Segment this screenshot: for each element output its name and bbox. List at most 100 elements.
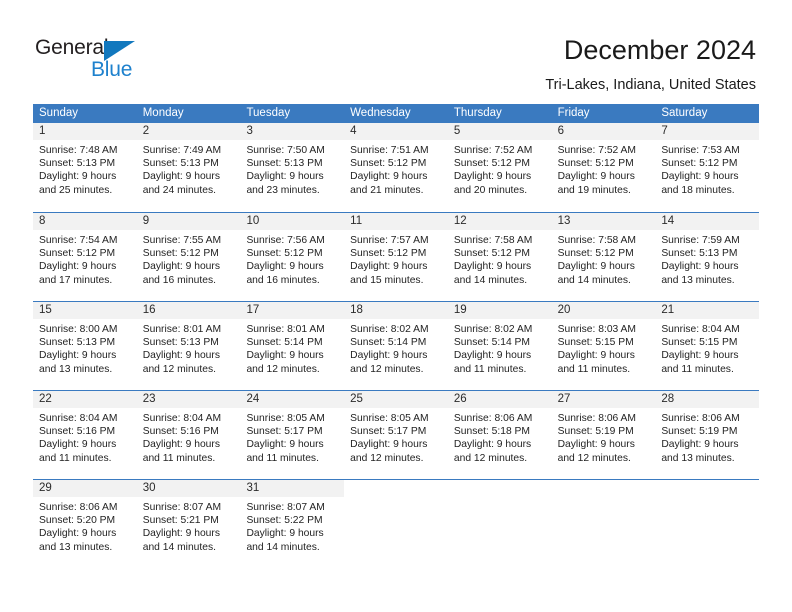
- day-number-band: 13: [551, 213, 656, 230]
- day-cell[interactable]: 27 Sunrise: 8:06 AM Sunset: 5:19 PM Dayl…: [551, 391, 656, 479]
- day-details: Sunrise: 8:03 AM Sunset: 5:15 PM Dayligh…: [552, 319, 656, 376]
- daylight-text-line1: Daylight: 9 hours: [453, 171, 532, 183]
- day-number: 26: [453, 393, 467, 405]
- day-details: Sunrise: 7:54 AM Sunset: 5:12 PM Dayligh…: [33, 230, 137, 287]
- day-number: 16: [142, 304, 156, 316]
- weekday-header-wednesday: Wednesday: [350, 107, 411, 119]
- day-cell[interactable]: 5 Sunrise: 7:52 AM Sunset: 5:12 PM Dayli…: [447, 123, 552, 212]
- calendar-grid: Sunday Monday Tuesday Wednesday Thursday…: [33, 104, 760, 568]
- day-cell[interactable]: 14 Sunrise: 7:59 AM Sunset: 5:13 PM Dayl…: [655, 213, 760, 301]
- day-number-band: 18: [344, 302, 448, 319]
- weekday-header-sunday: Sunday: [39, 107, 79, 119]
- day-cell[interactable]: 24 Sunrise: 8:05 AM Sunset: 5:17 PM Dayl…: [240, 391, 345, 479]
- day-number: 17: [246, 304, 260, 316]
- calendar-week-row: 29 Sunrise: 8:06 AM Sunset: 5:20 PM Dayl…: [33, 479, 759, 568]
- sunrise-text: Sunrise: 7:58 AM: [557, 235, 637, 246]
- day-cell[interactable]: 19 Sunrise: 8:02 AM Sunset: 5:14 PM Dayl…: [447, 302, 552, 390]
- day-number-band: 19: [447, 302, 552, 319]
- daylight-text-line2: and 12 minutes.: [350, 363, 424, 375]
- day-cell[interactable]: 30 Sunrise: 8:07 AM Sunset: 5:21 PM Dayl…: [136, 480, 241, 568]
- day-number: 24: [246, 393, 260, 405]
- day-cell[interactable]: 8 Sunrise: 7:54 AM Sunset: 5:12 PM Dayli…: [33, 213, 137, 301]
- daylight-text-line2: and 14 minutes.: [557, 274, 631, 286]
- day-cell[interactable]: 22 Sunrise: 8:04 AM Sunset: 5:16 PM Dayl…: [33, 391, 137, 479]
- sunset-text: Sunset: 5:20 PM: [39, 515, 116, 527]
- day-details: Sunrise: 8:04 AM Sunset: 5:16 PM Dayligh…: [33, 408, 137, 465]
- daylight-text-line1: Daylight: 9 hours: [661, 171, 739, 183]
- day-number-band: 30: [136, 480, 241, 497]
- day-number-band: [552, 480, 656, 497]
- sunset-text: Sunset: 5:17 PM: [246, 426, 323, 438]
- day-details: Sunrise: 8:07 AM Sunset: 5:22 PM Dayligh…: [240, 497, 344, 554]
- day-cell[interactable]: 3 Sunrise: 7:50 AM Sunset: 5:13 PM Dayli…: [240, 123, 345, 212]
- day-cell[interactable]: 31 Sunrise: 8:07 AM Sunset: 5:22 PM Dayl…: [240, 480, 345, 568]
- sunrise-text: Sunrise: 7:59 AM: [661, 235, 740, 246]
- day-details: Sunrise: 8:01 AM Sunset: 5:13 PM Dayligh…: [137, 319, 241, 376]
- day-number: 30: [142, 482, 156, 494]
- day-details: Sunrise: 8:00 AM Sunset: 5:13 PM Dayligh…: [33, 319, 137, 376]
- daylight-text-line1: Daylight: 9 hours: [350, 439, 428, 451]
- daylight-text-line2: and 12 minutes.: [350, 452, 424, 464]
- sunset-text: Sunset: 5:19 PM: [661, 426, 738, 438]
- day-cell[interactable]: 23 Sunrise: 8:04 AM Sunset: 5:16 PM Dayl…: [136, 391, 241, 479]
- sunrise-text: Sunrise: 7:52 AM: [453, 145, 533, 156]
- daylight-text-line2: and 11 minutes.: [453, 363, 527, 375]
- day-number: 5: [453, 125, 461, 137]
- daylight-text-line1: Daylight: 9 hours: [350, 261, 428, 273]
- daylight-text-line2: and 20 minutes.: [453, 184, 528, 196]
- day-cell[interactable]: 7 Sunrise: 7:53 AM Sunset: 5:12 PM Dayli…: [655, 123, 760, 212]
- daylight-text-line2: and 13 minutes.: [39, 363, 113, 375]
- daylight-text-line1: Daylight: 9 hours: [142, 350, 220, 362]
- day-details: Sunrise: 7:58 AM Sunset: 5:12 PM Dayligh…: [448, 230, 552, 287]
- sunset-text: Sunset: 5:18 PM: [453, 426, 531, 438]
- daylight-text-line2: and 12 minutes.: [557, 452, 631, 464]
- day-cell[interactable]: 29 Sunrise: 8:06 AM Sunset: 5:20 PM Dayl…: [33, 480, 137, 568]
- day-cell[interactable]: 28 Sunrise: 8:06 AM Sunset: 5:19 PM Dayl…: [655, 391, 760, 479]
- sunrise-text: Sunrise: 8:05 AM: [350, 413, 429, 424]
- day-details: Sunrise: 7:52 AM Sunset: 5:12 PM Dayligh…: [448, 140, 552, 197]
- daylight-text-line2: and 11 minutes.: [557, 363, 631, 375]
- day-cell[interactable]: 18 Sunrise: 8:02 AM Sunset: 5:14 PM Dayl…: [344, 302, 448, 390]
- day-number-band: 31: [240, 480, 345, 497]
- day-number-band: [448, 480, 552, 497]
- daylight-text-line2: and 14 minutes.: [142, 541, 216, 553]
- day-cell[interactable]: 11 Sunrise: 7:57 AM Sunset: 5:12 PM Dayl…: [344, 213, 448, 301]
- day-number: 6: [557, 125, 564, 137]
- day-cell[interactable]: 1 Sunrise: 7:48 AM Sunset: 5:13 PM Dayli…: [33, 123, 137, 212]
- weekday-header-thursday: Thursday: [453, 107, 502, 119]
- day-details: Sunrise: 7:48 AM Sunset: 5:13 PM Dayligh…: [33, 140, 137, 197]
- sunrise-text: Sunrise: 8:01 AM: [142, 324, 222, 335]
- daylight-text-line1: Daylight: 9 hours: [557, 439, 635, 451]
- daylight-text-line2: and 12 minutes.: [142, 363, 216, 375]
- sunset-text: Sunset: 5:16 PM: [142, 426, 219, 438]
- day-cell[interactable]: 4 Sunrise: 7:51 AM Sunset: 5:12 PM Dayli…: [344, 123, 448, 212]
- day-cell[interactable]: 26 Sunrise: 8:06 AM Sunset: 5:18 PM Dayl…: [447, 391, 552, 479]
- day-number-band: 6: [551, 123, 656, 140]
- daylight-text-line1: Daylight: 9 hours: [453, 350, 532, 362]
- day-number-band: 1: [33, 123, 137, 140]
- sunrise-text: Sunrise: 8:04 AM: [661, 324, 740, 335]
- day-cell[interactable]: 15 Sunrise: 8:00 AM Sunset: 5:13 PM Dayl…: [33, 302, 137, 390]
- day-cell[interactable]: 12 Sunrise: 7:58 AM Sunset: 5:12 PM Dayl…: [447, 213, 552, 301]
- day-cell[interactable]: 13 Sunrise: 7:58 AM Sunset: 5:12 PM Dayl…: [551, 213, 656, 301]
- daylight-text-line2: and 18 minutes.: [661, 184, 735, 196]
- day-cell[interactable]: 21 Sunrise: 8:04 AM Sunset: 5:15 PM Dayl…: [655, 302, 760, 390]
- day-cell[interactable]: 10 Sunrise: 7:56 AM Sunset: 5:12 PM Dayl…: [240, 213, 345, 301]
- daylight-text-line2: and 23 minutes.: [246, 184, 320, 196]
- day-number-band: 5: [447, 123, 552, 140]
- day-cell[interactable]: 2 Sunrise: 7:49 AM Sunset: 5:13 PM Dayli…: [136, 123, 241, 212]
- day-cell[interactable]: 25 Sunrise: 8:05 AM Sunset: 5:17 PM Dayl…: [344, 391, 448, 479]
- day-cell-empty: [344, 480, 448, 568]
- day-cell[interactable]: 9 Sunrise: 7:55 AM Sunset: 5:12 PM Dayli…: [136, 213, 241, 301]
- day-cell[interactable]: 16 Sunrise: 8:01 AM Sunset: 5:13 PM Dayl…: [136, 302, 241, 390]
- sunrise-text: Sunrise: 8:07 AM: [142, 502, 222, 513]
- day-cell[interactable]: 6 Sunrise: 7:52 AM Sunset: 5:12 PM Dayli…: [551, 123, 656, 212]
- day-number: 13: [557, 215, 571, 227]
- sunrise-text: Sunrise: 8:06 AM: [557, 413, 637, 424]
- day-cell[interactable]: 20 Sunrise: 8:03 AM Sunset: 5:15 PM Dayl…: [551, 302, 656, 390]
- day-details: Sunrise: 7:51 AM Sunset: 5:12 PM Dayligh…: [344, 140, 448, 197]
- daylight-text-line1: Daylight: 9 hours: [246, 171, 324, 183]
- day-cell[interactable]: 17 Sunrise: 8:01 AM Sunset: 5:14 PM Dayl…: [240, 302, 345, 390]
- sunrise-text: Sunrise: 8:04 AM: [142, 413, 222, 424]
- sunrise-text: Sunrise: 8:06 AM: [661, 413, 740, 424]
